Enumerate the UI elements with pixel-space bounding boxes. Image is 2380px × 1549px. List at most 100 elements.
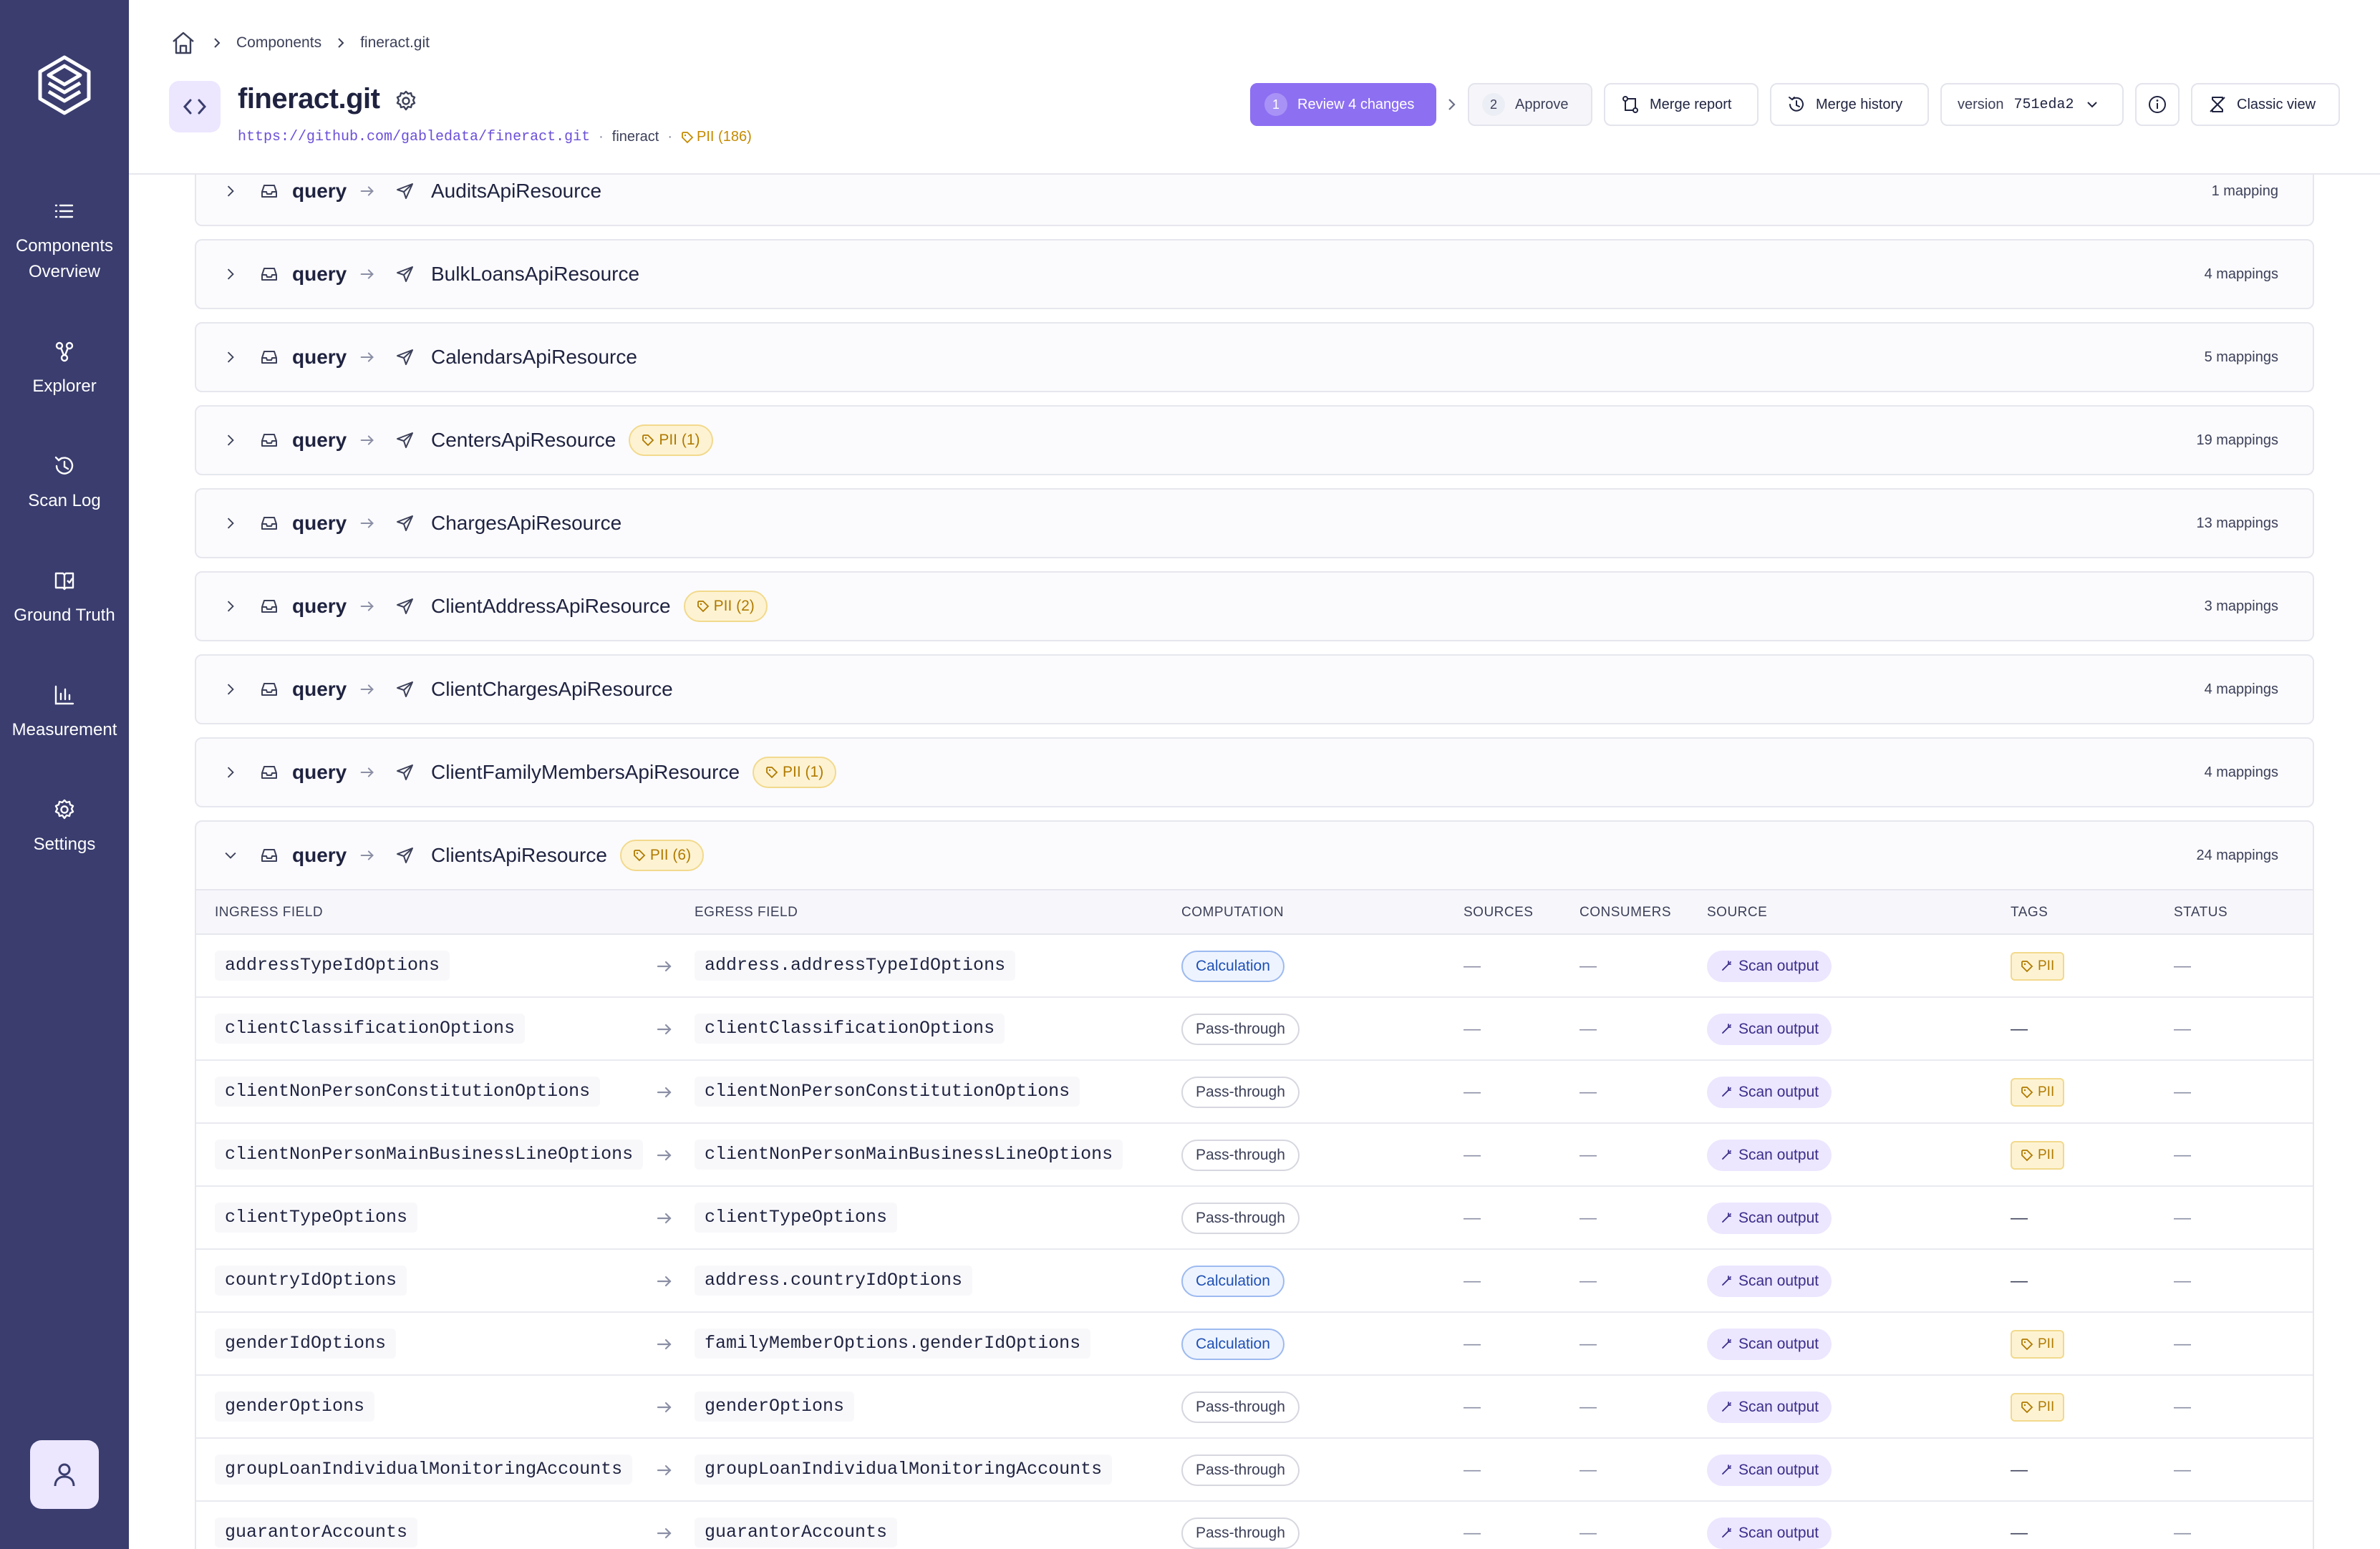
mapping-group-header[interactable]: query ClientFamilyMembersApiResource PII (…: [196, 739, 2313, 806]
mapping-group-header[interactable]: query ClientChargesApiResource 4 mappings: [196, 656, 2313, 723]
table-row[interactable]: genderIdOptions familyMemberOptions.gende…: [196, 1313, 2313, 1376]
ingress-field: genderIdOptions: [215, 1329, 397, 1359]
sidebar-item-ground-truth[interactable]: Ground Truth: [0, 568, 129, 628]
page-header: Components fineract.git fineract.git htt…: [129, 0, 2380, 175]
pii-badge[interactable]: PII (1): [629, 424, 713, 456]
table-row[interactable]: addressTypeIdOptions address.addressTypeI…: [196, 935, 2313, 998]
consumers-value: —: [1580, 1271, 1597, 1291]
project-name[interactable]: fineract: [612, 129, 659, 145]
merge-report-button[interactable]: Merge report: [1604, 83, 1759, 126]
sidebar-item-settings[interactable]: Settings: [0, 797, 129, 858]
mapping-group-header[interactable]: query ChargesApiResource 13 mappings: [196, 490, 2313, 557]
mapping-group-header[interactable]: query CentersApiResource PII (1) 19 mapping…: [196, 407, 2313, 474]
classic-view-button[interactable]: Classic view: [2191, 83, 2340, 126]
computation-badge: Pass-through: [1181, 1392, 1300, 1423]
column-header-ingress[interactable]: INGRESS FIELD: [215, 905, 323, 921]
mapping-count: 19 mappings: [2196, 432, 2278, 448]
ingress-field: groupLoanIndividualMonitoringAccounts: [215, 1455, 633, 1485]
app-logo[interactable]: [34, 53, 95, 117]
mapping-group-header[interactable]: query CalendarsApiResource 5 mappings: [196, 324, 2313, 391]
arrow-right-icon: [657, 1087, 672, 1098]
breadcrumb-current: fineract.git: [360, 34, 430, 51]
sidebar-item-explorer[interactable]: Explorer: [0, 339, 129, 399]
table-row[interactable]: clientNonPersonConstitutionOptions client…: [196, 1061, 2313, 1124]
tags-value: —: [2011, 1460, 2028, 1480]
inbox-icon: [261, 351, 277, 364]
sidebar-item-scan-log[interactable]: Scan Log: [0, 454, 129, 514]
tags-value: —: [2011, 1523, 2028, 1543]
sparkle-icon: [1722, 1528, 1731, 1538]
approve-button[interactable]: 2 Approve: [1468, 83, 1592, 126]
table-row[interactable]: groupLoanIndividualMonitoringAccounts gro…: [196, 1439, 2313, 1502]
chevron-right-icon: [227, 268, 234, 280]
column-header-tags[interactable]: TAGS: [2011, 905, 2048, 921]
pii-tag[interactable]: PII: [2011, 1078, 2065, 1107]
pii-tag-label: PII: [2038, 958, 2055, 973]
user-profile-button[interactable]: [30, 1440, 99, 1509]
arrow-right-icon: [360, 684, 374, 694]
table-row[interactable]: countryIdOptions address.countryIdOptions…: [196, 1250, 2313, 1313]
sidebar-item-components-overview[interactable]: Components Overview: [0, 199, 129, 285]
group-kind: query: [292, 180, 347, 202]
review-changes-button[interactable]: 1 Review 4 changes: [1250, 83, 1436, 126]
pii-badge[interactable]: PII (6): [619, 840, 705, 871]
consumers-value: —: [1580, 956, 1597, 976]
merge-icon: [1622, 96, 1638, 113]
arrow-right-icon: [657, 1528, 672, 1539]
book-icon: [54, 572, 74, 591]
component-meta: https://github.com/gabledata/fineract.gi…: [238, 129, 752, 145]
status-value: —: [2174, 1397, 2191, 1417]
column-header-source[interactable]: SOURCE: [1707, 905, 1767, 921]
column-header-computation[interactable]: COMPUTATION: [1181, 905, 1284, 921]
column-header-sources[interactable]: SOURCES: [1464, 905, 1533, 921]
table-row[interactable]: guarantorAccounts guarantorAccounts Pass-t…: [196, 1502, 2313, 1549]
sparkle-icon: [1722, 1402, 1731, 1412]
send-icon: [397, 432, 413, 448]
arrow-right-icon: [657, 1276, 672, 1287]
table-row[interactable]: clientNonPersonMainBusinessLineOptions cl…: [196, 1124, 2313, 1187]
mapping-group-header[interactable]: query BulkLoansApiResource 4 mappings: [196, 241, 2313, 308]
breadcrumb-components[interactable]: Components: [236, 34, 321, 52]
consumers-value: —: [1580, 1082, 1597, 1102]
repo-url-link[interactable]: https://github.com/gabledata/fineract.gi…: [238, 129, 590, 145]
version-select[interactable]: version 751eda2: [1940, 83, 2124, 126]
pii-summary[interactable]: PII (186): [681, 129, 752, 145]
merge-history-button[interactable]: Merge history: [1770, 83, 1929, 126]
table-row[interactable]: genderOptions genderOptions Pass-through — —…: [196, 1376, 2313, 1439]
mapping-group-header[interactable]: query AuditsApiResource 1 mapping: [196, 175, 2313, 225]
table-row[interactable]: clientTypeOptions clientTypeOptions Pass-t…: [196, 1187, 2313, 1250]
sidebar-item-label: Measurement: [11, 720, 117, 739]
pii-tag[interactable]: PII: [2011, 1141, 2065, 1170]
chevron-right-icon: [227, 684, 234, 695]
pii-badge[interactable]: PII (2): [683, 591, 768, 622]
sidebar-item-measurement[interactable]: Measurement: [0, 683, 129, 743]
inbox-icon: [261, 517, 277, 530]
tags-value: —: [2011, 1019, 2028, 1039]
mapping-group-header[interactable]: query ClientsApiResource PII (6) 24 mapping…: [196, 822, 2313, 889]
column-header-consumers[interactable]: CONSUMERS: [1580, 905, 1671, 921]
info-button[interactable]: [2135, 83, 2180, 126]
pii-tag-label: PII: [2038, 1084, 2055, 1099]
mapping-count: 4 mappings: [2204, 681, 2278, 697]
chevron-right-icon: [227, 185, 234, 197]
code-icon: [169, 81, 221, 132]
computation-badge: Pass-through: [1181, 1518, 1300, 1549]
mapping-count: 24 mappings: [2196, 847, 2278, 863]
pii-badge[interactable]: PII (1): [753, 757, 837, 788]
component-settings-icon[interactable]: [394, 89, 418, 113]
sources-value: —: [1464, 1082, 1481, 1102]
pii-tag[interactable]: PII: [2011, 1393, 2065, 1422]
mapping-group: query ClientsApiResource PII (6) 24 mapping…: [195, 820, 2314, 1549]
table-row[interactable]: clientClassificationOptions clientClassif…: [196, 998, 2313, 1061]
tag-icon: [2021, 961, 2033, 973]
pii-tag[interactable]: PII: [2011, 1330, 2065, 1359]
group-kind: query: [292, 263, 347, 285]
column-header-egress[interactable]: EGRESS FIELD: [695, 905, 798, 921]
source-badge: Scan output: [1707, 1329, 1832, 1360]
sources-value: —: [1464, 1271, 1481, 1291]
home-icon[interactable]: [169, 29, 198, 57]
pii-badge-label: PII (2): [713, 598, 755, 614]
mapping-group-header[interactable]: query ClientAddressApiResource PII (2) 3 ma…: [196, 573, 2313, 640]
column-header-status[interactable]: STATUS: [2174, 905, 2227, 921]
pii-tag[interactable]: PII: [2011, 952, 2065, 981]
